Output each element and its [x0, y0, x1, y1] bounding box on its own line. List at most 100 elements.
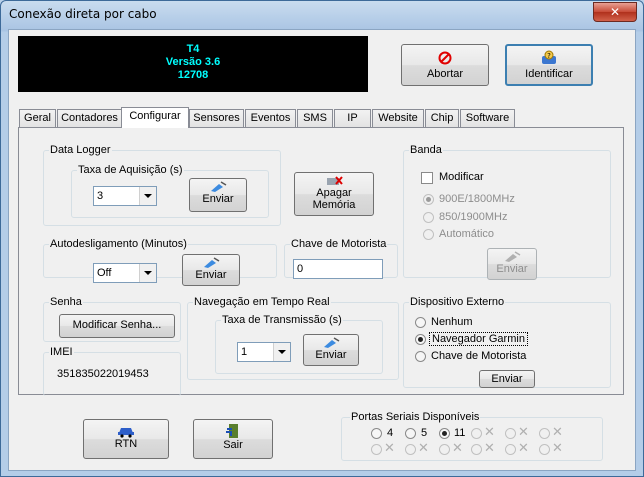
port-5-label: 5 — [421, 427, 428, 439]
stop-icon — [438, 51, 452, 65]
device-display: T4 Versão 3.6 12708 — [18, 36, 368, 92]
data-logger-legend: Data Logger — [50, 144, 111, 156]
acquisition-send-button[interactable]: Enviar — [189, 178, 247, 212]
band-send-button[interactable]: Enviar — [487, 248, 537, 280]
tab-eventos[interactable]: Eventos — [245, 109, 296, 127]
acquisition-rate-select[interactable]: 3 — [93, 186, 157, 206]
port-slot-radio[interactable] — [539, 428, 550, 439]
band-send-label: Enviar — [496, 263, 528, 275]
auto-off-group: Autodesligamento (Minutos) — [43, 238, 277, 278]
port-unavailable-icon: ✕ — [484, 441, 495, 456]
acquisition-rate-value: 3 — [97, 190, 104, 202]
tab-chip[interactable]: Chip — [425, 109, 459, 127]
senha-legend: Senha — [50, 296, 82, 308]
band-900e-radio[interactable] — [423, 194, 434, 205]
send-icon — [204, 257, 220, 268]
device-driver-key-label: Chave de Motorista — [431, 350, 527, 362]
exit-label: Sair — [223, 439, 243, 451]
rtn-label: RTN — [114, 438, 138, 450]
auto-off-select[interactable]: Off — [93, 263, 157, 283]
chevron-down-icon[interactable] — [139, 264, 156, 282]
port-5-radio[interactable] — [405, 428, 416, 439]
acquisition-rate-legend: Taxa de Aquisição (s) — [78, 164, 183, 176]
tab-sms[interactable]: SMS — [297, 109, 333, 127]
clear-memory-label-1: Apagar — [316, 187, 352, 199]
rtn-button[interactable]: RTN — [83, 419, 169, 459]
tab-website[interactable]: Website — [372, 109, 424, 127]
tab-geral[interactable]: Geral — [19, 109, 56, 127]
band-900e-label: 900E/1800MHz — [439, 193, 515, 205]
port-unavailable-icon: ✕ — [518, 425, 529, 440]
clear-memory-button[interactable]: Apagar Memória — [294, 172, 374, 216]
auto-off-legend: Autodesligamento (Minutos) — [50, 238, 187, 250]
auto-off-send-label: Enviar — [195, 269, 227, 281]
erase-icon — [327, 176, 343, 185]
chevron-down-icon[interactable] — [273, 343, 290, 361]
port-slot-radio[interactable] — [505, 428, 516, 439]
svg-text:?: ? — [547, 52, 551, 60]
tab-configurar[interactable]: Configurar — [121, 107, 189, 128]
configurar-panel: Data Logger Taxa de Aquisição (s) 3 Envi… — [18, 127, 624, 396]
modify-checkbox[interactable] — [421, 172, 433, 184]
port-unavailable-icon: ✕ — [384, 441, 395, 456]
port-unavailable-icon: ✕ — [518, 441, 529, 456]
close-button[interactable]: ✕ — [593, 2, 637, 22]
port-slot-radio[interactable] — [439, 444, 450, 455]
navigation-legend: Navegação em Tempo Real — [194, 296, 330, 308]
auto-off-send-button[interactable]: Enviar — [182, 254, 240, 286]
abort-button[interactable]: Abortar — [401, 44, 489, 86]
imei-legend: IMEI — [50, 346, 73, 358]
port-unavailable-icon: ✕ — [552, 425, 563, 440]
clear-memory-label-2: Memória — [312, 199, 356, 211]
port-4-label: 4 — [387, 427, 394, 439]
port-slot-radio[interactable] — [505, 444, 516, 455]
exit-button[interactable]: Sair — [193, 419, 273, 459]
abort-label: Abortar — [426, 68, 464, 80]
identify-icon: ? — [542, 50, 556, 64]
port-unavailable-icon: ✕ — [452, 441, 463, 456]
change-password-button[interactable]: Modificar Senha... — [59, 314, 175, 338]
send-icon — [211, 181, 227, 192]
car-icon — [118, 428, 134, 438]
tab-software[interactable]: Software — [460, 109, 515, 127]
port-4-radio[interactable] — [371, 428, 382, 439]
port-slot-radio[interactable] — [371, 444, 382, 455]
device-none-radio[interactable] — [415, 317, 426, 328]
port-unavailable-icon: ✕ — [484, 425, 495, 440]
modify-label: Modificar — [439, 171, 484, 183]
band-850-radio[interactable] — [423, 212, 434, 223]
port-slot-radio[interactable] — [471, 444, 482, 455]
band-850-label: 850/1900MHz — [439, 211, 508, 223]
driver-key-input[interactable]: 0 — [293, 259, 383, 279]
acquisition-send-label: Enviar — [202, 193, 234, 205]
close-icon: ✕ — [609, 5, 621, 19]
port-slot-radio[interactable] — [471, 428, 482, 439]
port-11-radio[interactable] — [439, 428, 450, 439]
transmission-send-label: Enviar — [315, 349, 347, 361]
imei-value: 351835022019453 — [57, 368, 149, 380]
client-area: T4 Versão 3.6 12708 Abortar ? Identifica… — [8, 29, 636, 471]
band-auto-radio[interactable] — [423, 229, 434, 240]
device-garmin-label: Navegador Garmin — [429, 332, 528, 346]
transmission-rate-value: 1 — [241, 346, 248, 358]
chevron-down-icon[interactable] — [139, 187, 156, 205]
tab-ip[interactable]: IP — [334, 109, 371, 127]
title-bar: Conexão direta por cabo ✕ — [1, 1, 643, 29]
transmission-rate-select[interactable]: 1 — [237, 342, 291, 362]
exit-door-icon — [226, 424, 238, 438]
identify-button[interactable]: ? Identificar — [505, 44, 593, 86]
device-garmin-radio[interactable] — [415, 334, 426, 345]
tab-contadores[interactable]: Contadores — [57, 109, 122, 127]
device-version: Versão 3.6 — [165, 56, 221, 68]
port-slot-radio[interactable] — [539, 444, 550, 455]
port-slot-radio[interactable] — [405, 444, 416, 455]
device-send-button[interactable]: Enviar — [479, 370, 535, 388]
external-device-legend: Dispositivo Externo — [410, 296, 505, 308]
port-11-label: 11 — [454, 427, 466, 439]
driver-key-legend: Chave de Motorista — [291, 238, 387, 250]
banda-legend: Banda — [410, 144, 442, 156]
device-driver-key-radio[interactable] — [415, 351, 426, 362]
transmission-send-button[interactable]: Enviar — [303, 334, 359, 366]
tab-sensores[interactable]: Sensores — [189, 109, 244, 127]
serial-ports-legend: Portas Seriais Disponíveis — [351, 411, 480, 423]
